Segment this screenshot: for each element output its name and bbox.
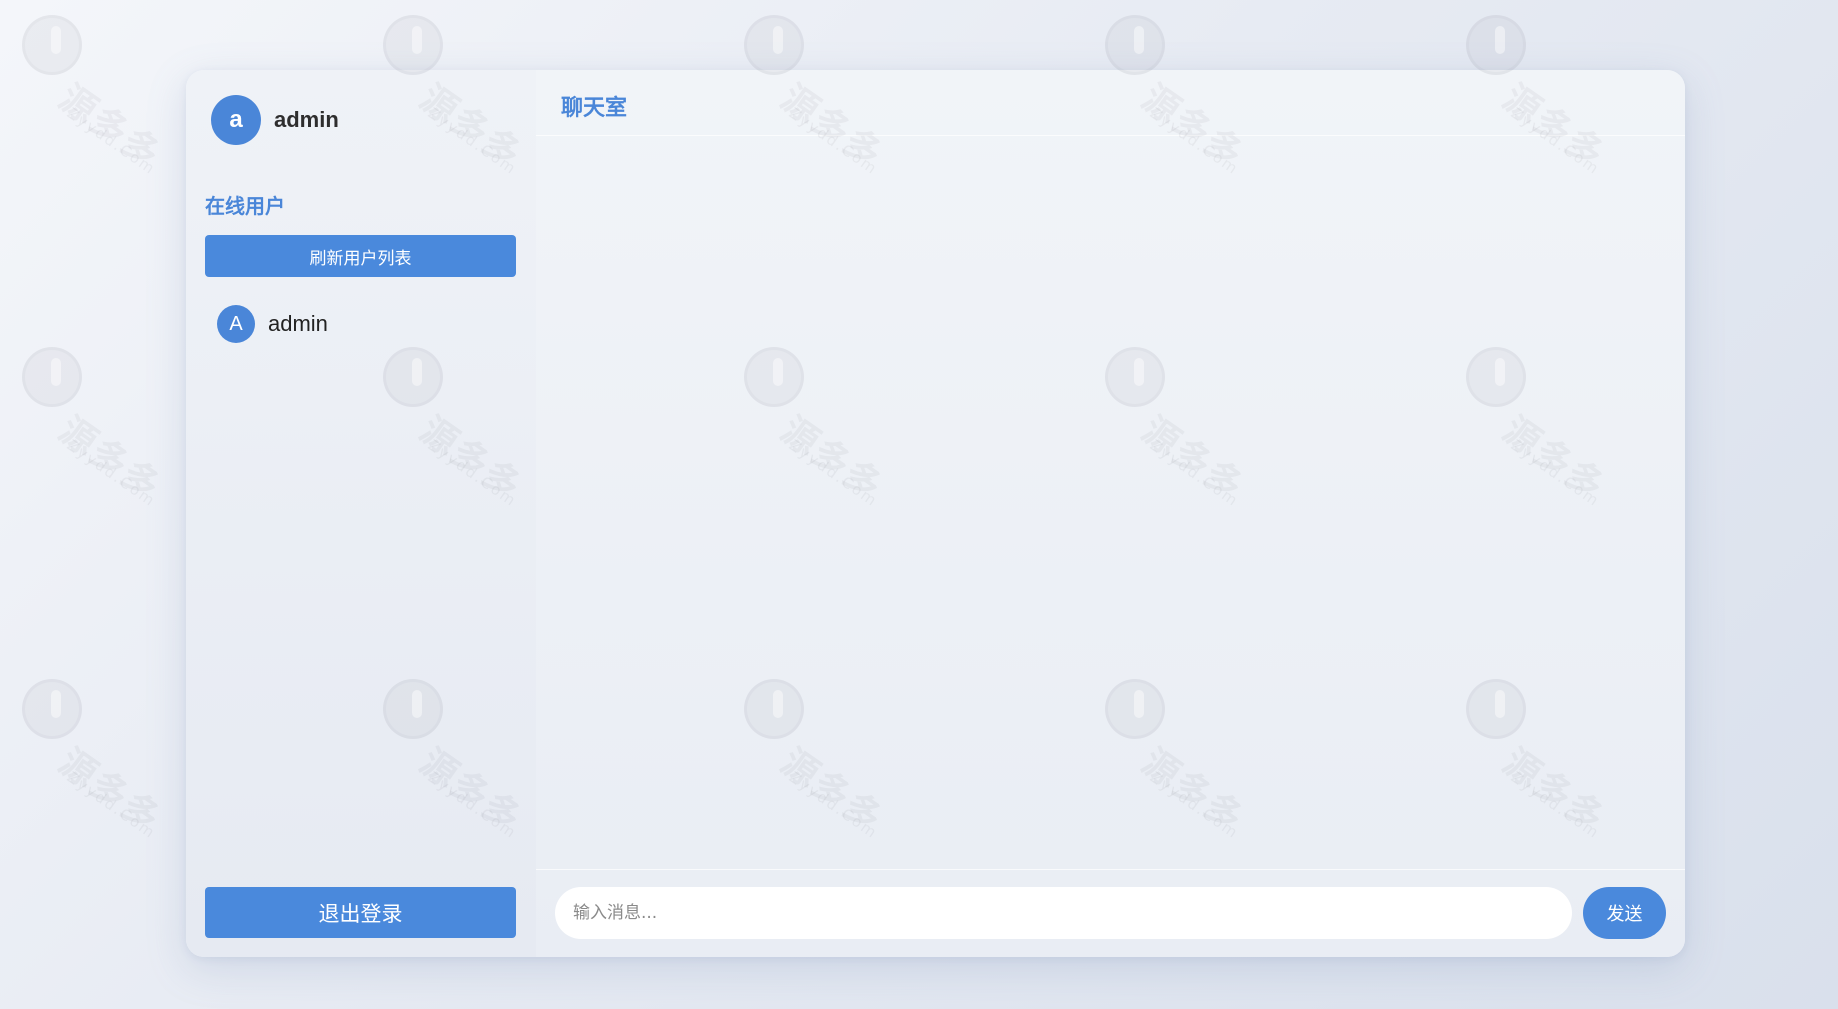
chat-main: 聊天室 发送: [536, 70, 1685, 957]
watermark-sub: Zyydd.Com: [63, 104, 160, 179]
watermark-logo-icon: [1466, 15, 1526, 75]
message-input[interactable]: [555, 887, 1572, 939]
refresh-users-button[interactable]: 刷新用户列表: [205, 235, 516, 277]
watermark-logo-icon: [1105, 15, 1165, 75]
online-user-list: A admin: [217, 304, 517, 344]
watermark-text: 源多多: [51, 77, 169, 177]
watermark-text: 源多多: [51, 741, 169, 841]
user-name: admin: [268, 311, 328, 336]
watermark-sub: Zyydd.Com: [63, 768, 160, 843]
online-user-item[interactable]: A admin: [217, 304, 517, 344]
watermark: 源多多Zyydd.Com: [0, 0, 200, 178]
sidebar: a admin 在线用户 刷新用户列表 A admin 退出登录: [186, 70, 536, 957]
current-user-name: admin: [274, 107, 339, 132]
watermark: 源多多Zyydd.Com: [0, 332, 200, 510]
watermark-logo-icon: [22, 347, 82, 407]
watermark-logo-icon: [22, 15, 82, 75]
chat-title: 聊天室: [561, 96, 628, 121]
watermark: 源多多Zyydd.Com: [0, 664, 200, 842]
message-list[interactable]: [536, 136, 1685, 869]
message-composer: 发送: [536, 869, 1685, 957]
watermark-logo-icon: [383, 15, 443, 75]
watermark-text: 源多多: [51, 409, 169, 509]
logout-button[interactable]: 退出登录: [205, 887, 516, 938]
watermark-logo-icon: [744, 15, 804, 75]
online-users-title: 在线用户: [205, 194, 285, 218]
watermark-sub: Zyydd.Com: [63, 436, 160, 511]
user-avatar: A: [217, 305, 255, 343]
chat-header: 聊天室: [536, 70, 1685, 136]
chat-app-window: a admin 在线用户 刷新用户列表 A admin 退出登录 聊天室 发送: [186, 70, 1685, 957]
watermark-logo-icon: [22, 679, 82, 739]
current-user-avatar: a: [211, 95, 261, 145]
current-user: a admin: [211, 95, 339, 145]
send-button[interactable]: 发送: [1583, 887, 1666, 939]
